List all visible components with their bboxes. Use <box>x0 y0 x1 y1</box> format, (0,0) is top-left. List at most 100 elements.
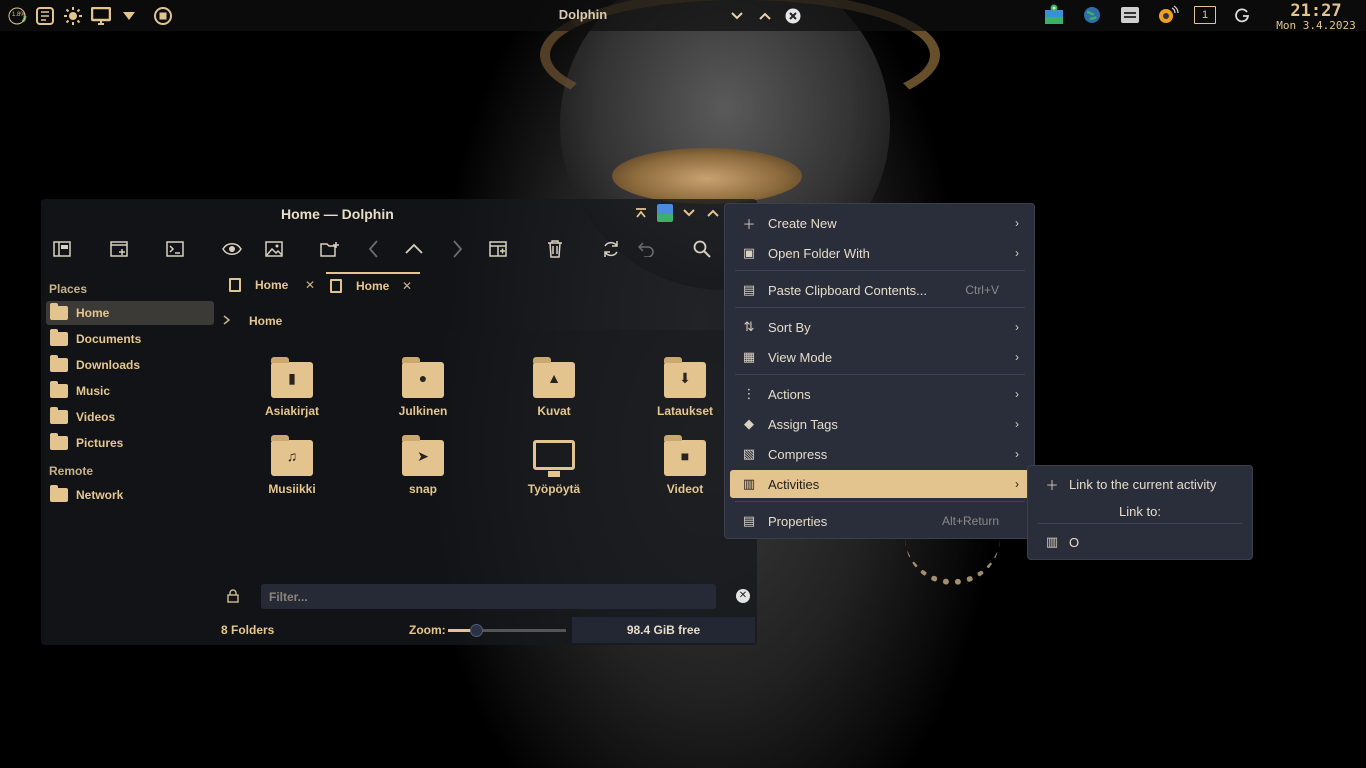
tab-home-2[interactable]: Home ✕ <box>326 272 420 298</box>
places-item-label: Home <box>76 306 110 320</box>
places-item-home[interactable]: Home <box>46 301 214 325</box>
trash-icon[interactable] <box>543 237 567 261</box>
folder-item[interactable]: ● Julkinen <box>377 357 467 432</box>
menu-item-label: Link to the current activity <box>1069 476 1217 492</box>
folder-home-icon <box>50 303 68 320</box>
breadcrumb-home[interactable]: Home <box>249 314 282 328</box>
calendar-app-icon[interactable] <box>34 5 56 27</box>
places-item-downloads[interactable]: Downloads <box>46 353 214 377</box>
folder-item[interactable]: ♫ Musiikki <box>246 435 336 510</box>
context-menu: ＋ Create New › ▣ Open Folder With › ▤ Pa… <box>724 203 1035 539</box>
menu-item-link-current-activity[interactable]: ＋ Link to the current activity <box>1033 471 1247 497</box>
battery-icon[interactable]: 1.8% <box>6 5 28 27</box>
chevron-right-icon: › <box>1015 387 1019 401</box>
split-view-icon[interactable] <box>50 237 74 261</box>
maximize-icon[interactable] <box>705 204 721 222</box>
download-folder-icon: ⬇ <box>664 357 706 398</box>
folder-item[interactable]: ■ Videot <box>639 435 729 510</box>
chevron-right-icon[interactable] <box>223 314 239 328</box>
back-icon[interactable] <box>362 237 386 261</box>
chevron-down-icon[interactable] <box>118 5 140 27</box>
minimize-icon[interactable] <box>681 204 697 222</box>
places-item-music[interactable]: Music <box>46 379 214 403</box>
folder-name: Lataukset <box>656 404 714 418</box>
folder-name: snap <box>408 482 437 496</box>
new-window-icon[interactable] <box>107 237 131 261</box>
close-icon[interactable] <box>783 6 803 26</box>
digital-clock[interactable]: 21:27 Mon 3.4.2023 <box>1270 2 1362 32</box>
discover-icon[interactable] <box>1042 3 1066 27</box>
desktop-folder-icon <box>533 440 575 477</box>
places-item-network[interactable]: Network <box>46 483 214 507</box>
app-menu-icon[interactable] <box>657 204 673 222</box>
menu-item-sort-by[interactable]: ⇅ Sort By › <box>730 313 1029 341</box>
menu-item-assign-tags[interactable]: ◆ Assign Tags › <box>730 410 1029 438</box>
forward-icon[interactable] <box>445 237 469 261</box>
menu-item-activity-o[interactable]: ▥ O <box>1033 529 1247 555</box>
preview-icon[interactable] <box>220 237 244 261</box>
brightness-icon[interactable] <box>62 5 84 27</box>
undo-icon[interactable] <box>634 237 658 261</box>
desktop: 1.8% Dolphin 1 21:27 Mon 3.4.2023 Home —… <box>0 0 1366 768</box>
display-icon[interactable] <box>90 5 112 27</box>
terminal-icon[interactable] <box>163 237 187 261</box>
folder-documents-icon <box>50 329 68 346</box>
menu-item-view-mode[interactable]: ▦ View Mode › <box>730 343 1029 371</box>
panel-launchers: 1.8% <box>6 4 174 28</box>
menu-item-create-new[interactable]: ＋ Create New › <box>730 209 1029 237</box>
tag-icon: ◆ <box>744 416 754 431</box>
main-toolbar <box>41 231 757 267</box>
filter-input[interactable] <box>261 584 716 609</box>
document-folder-icon: ▮ <box>271 357 313 398</box>
lock-icon[interactable] <box>227 589 239 606</box>
menu-item-actions[interactable]: ⋮ Actions › <box>730 380 1029 408</box>
menu-item-label: Open Folder With <box>768 245 870 261</box>
image-icon[interactable] <box>262 237 286 261</box>
menu-separator <box>735 501 1025 502</box>
menu-item-activities[interactable]: ▥ Activities › <box>730 470 1029 498</box>
chevron-right-icon: › <box>1015 320 1019 334</box>
places-item-videos[interactable]: Videos <box>46 405 214 429</box>
menu-item-label: View Mode <box>768 349 833 365</box>
menu-item-paste[interactable]: ▤ Paste Clipboard Contents... Ctrl+V <box>730 276 1029 304</box>
zoom-slider-handle[interactable] <box>470 624 484 637</box>
folder-item[interactable]: ➤ snap <box>377 435 467 510</box>
places-item-documents[interactable]: Documents <box>46 327 214 351</box>
document-icon <box>330 279 342 293</box>
menu-item-compress[interactable]: ▧ Compress › <box>730 440 1029 468</box>
window-titlebar[interactable]: Home — Dolphin <box>41 199 757 229</box>
minimize-icon[interactable] <box>727 6 747 26</box>
keep-above-icon[interactable] <box>633 204 649 222</box>
zoom-slider[interactable] <box>448 624 566 637</box>
clear-filter-icon[interactable]: ✕ <box>736 589 750 603</box>
audio-icon[interactable] <box>1156 3 1180 27</box>
globe-icon[interactable] <box>1080 3 1104 27</box>
places-item-label: Documents <box>76 332 142 346</box>
network-status-icon[interactable] <box>1230 3 1254 27</box>
menu-item-open-folder-with[interactable]: ▣ Open Folder With › <box>730 239 1029 267</box>
folder-item[interactable]: ▲ Kuvat <box>508 357 598 432</box>
folder-item[interactable]: Työpöytä <box>508 440 598 510</box>
search-icon[interactable] <box>690 237 714 261</box>
top-panel: 1.8% Dolphin 1 21:27 Mon 3.4.2023 <box>0 0 1366 32</box>
toggle-panel-icon[interactable] <box>1118 3 1142 27</box>
folder-count: 8 Folders <box>221 623 275 637</box>
clipboard-icon: ▤ <box>742 282 756 297</box>
plus-icon: ＋ <box>1045 477 1059 493</box>
reload-icon[interactable] <box>599 237 623 261</box>
split-panel-icon[interactable] <box>486 237 510 261</box>
menu-item-label: O <box>1069 534 1080 550</box>
tab-home-1[interactable]: Home ✕ <box>229 272 325 298</box>
desktop-pager[interactable]: 1 <box>1194 6 1216 24</box>
new-tab-icon[interactable] <box>318 237 342 261</box>
tab-close-icon[interactable]: ✕ <box>305 278 315 292</box>
folder-downloads-icon <box>50 355 68 372</box>
folder-item[interactable]: ⬇ Lataukset <box>639 357 729 432</box>
places-item-pictures[interactable]: Pictures <box>46 431 214 455</box>
menu-item-properties[interactable]: ▤ Properties Alt+Return <box>730 507 1029 535</box>
up-icon[interactable] <box>402 237 426 261</box>
record-icon[interactable] <box>152 5 174 27</box>
maximize-icon[interactable] <box>755 6 775 26</box>
tab-close-icon[interactable]: ✕ <box>402 279 412 293</box>
folder-item[interactable]: ▮ Asiakirjat <box>246 357 336 432</box>
